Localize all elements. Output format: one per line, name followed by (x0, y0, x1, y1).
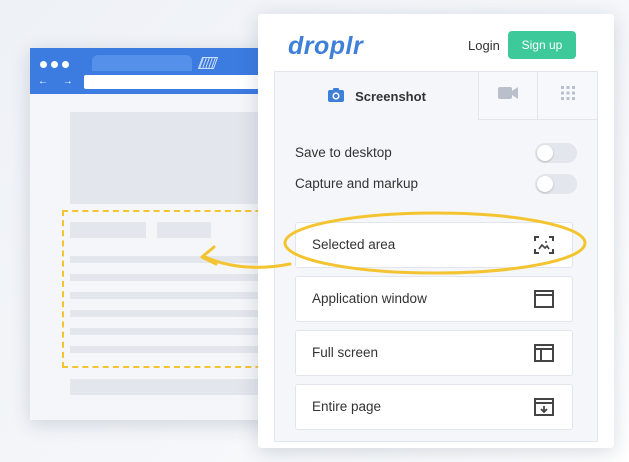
grid-icon (560, 86, 575, 105)
toggle-row-save-desktop: Save to desktop (295, 143, 577, 163)
video-camera-icon (497, 86, 519, 105)
signup-button[interactable]: Sign up (508, 31, 576, 59)
selection-icon (534, 236, 554, 254)
option-selected-area[interactable]: Selected area (295, 222, 573, 268)
capture-panel: Screenshot Save to desktop Capture and m… (274, 71, 598, 442)
droplr-logo: droplr (288, 32, 364, 60)
new-tab-icon (197, 57, 219, 69)
toggle-knob (537, 176, 553, 192)
option-label: Entire page (312, 399, 382, 414)
capture-markup-toggle[interactable] (535, 174, 577, 194)
window-dots (40, 55, 73, 73)
option-full-screen[interactable]: Full screen (295, 330, 573, 376)
login-link[interactable]: Login (468, 38, 500, 53)
option-label: Selected area (312, 237, 396, 252)
browser-tab (92, 55, 192, 71)
toggle-label: Save to desktop (295, 145, 392, 160)
save-desktop-toggle[interactable] (535, 143, 577, 163)
toggle-knob (537, 145, 553, 161)
tab-grid[interactable] (537, 72, 597, 120)
fullscreen-icon (534, 344, 554, 362)
camera-icon (327, 87, 345, 106)
tab-screenshot-label: Screenshot (355, 88, 426, 104)
tab-video[interactable] (478, 72, 537, 120)
toggle-row-capture-markup: Capture and markup (295, 174, 577, 194)
tab-screenshot[interactable]: Screenshot (275, 72, 478, 120)
page-download-icon (534, 398, 554, 416)
option-application-window[interactable]: Application window (295, 276, 573, 322)
window-icon (534, 290, 554, 308)
option-label: Application window (312, 291, 427, 306)
droplr-panel: droplr Login Sign up Screenshot Save to … (258, 14, 614, 448)
option-entire-page[interactable]: Entire page (295, 384, 573, 430)
toggle-label: Capture and markup (295, 176, 419, 191)
capture-tabs: Screenshot (275, 72, 597, 120)
option-label: Full screen (312, 345, 379, 360)
